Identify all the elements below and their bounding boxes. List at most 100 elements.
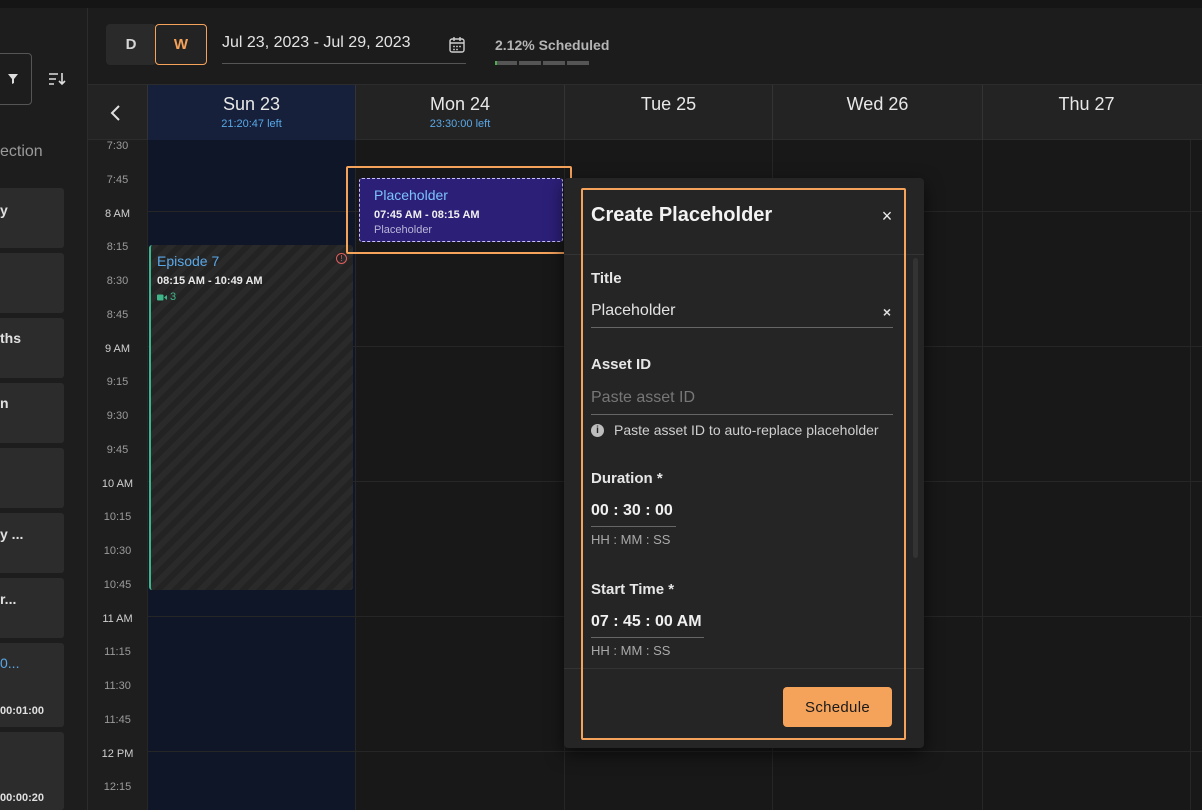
- asset-card[interactable]: ths: [0, 318, 64, 378]
- previous-week-button[interactable]: [106, 101, 126, 125]
- scheduler-app: ection y ths n y ... r... 0... 00:01:00 …: [0, 0, 1202, 810]
- clear-icon[interactable]: ×: [883, 304, 891, 320]
- asset-card[interactable]: 00:00:20: [0, 732, 64, 810]
- day-header-tue[interactable]: Tue 25: [564, 85, 772, 140]
- scheduled-percentage: 2.12% Scheduled: [495, 37, 610, 53]
- asset-card[interactable]: [0, 253, 64, 313]
- day-name: Sun 23: [222, 94, 281, 114]
- time-label: 9:45: [106, 443, 129, 456]
- event-count-value: 3: [170, 291, 177, 303]
- day-header-mon[interactable]: Mon 24 23:30:00 left: [355, 85, 564, 140]
- asset-card[interactable]: [0, 448, 64, 508]
- start-time-label: Start Time *: [591, 581, 675, 598]
- day-view-toggle[interactable]: D: [106, 24, 156, 65]
- asset-card[interactable]: r...: [0, 578, 64, 638]
- day-name: Wed 26: [846, 94, 909, 114]
- asset-card-label: n: [0, 395, 9, 411]
- sidebar-topbar: [0, 0, 88, 8]
- asset-id-input[interactable]: Paste asset ID: [591, 381, 893, 415]
- time-label: 9:15: [106, 376, 129, 389]
- time-label: 10 AM: [101, 477, 134, 490]
- divider: [564, 254, 924, 255]
- sidebar-section-label: ection: [0, 143, 43, 160]
- dialog-title: Create Placeholder: [591, 204, 773, 226]
- title-field[interactable]: Placeholder ×: [591, 294, 893, 328]
- filter-button[interactable]: [0, 53, 32, 105]
- calendar-icon[interactable]: [448, 36, 466, 54]
- time-label: 9 AM: [104, 342, 131, 355]
- week-view-toggle[interactable]: W: [155, 24, 207, 65]
- day-column-thu[interactable]: [982, 140, 1190, 810]
- day-name: Thu 27: [1058, 94, 1115, 114]
- asset-card[interactable]: 0... 00:01:00: [0, 643, 64, 727]
- time-label: 11:15: [104, 646, 131, 659]
- asset-sidebar: ection y ths n y ... r... 0... 00:01:00 …: [0, 0, 88, 810]
- date-range-field[interactable]: Jul 23, 2023 - Jul 29, 2023: [222, 34, 411, 52]
- asset-card-label: ths: [0, 330, 21, 346]
- create-placeholder-dialog: Create Placeholder × Title Placeholder ×…: [564, 178, 924, 748]
- toolbar: D W Jul 23, 2023 - Jul 29, 2023 2.12% Sc…: [88, 0, 1202, 84]
- asset-id-label: Asset ID: [591, 356, 652, 373]
- time-label: 11:30: [104, 680, 131, 692]
- time-label: 8:45: [106, 308, 129, 321]
- asset-card[interactable]: n: [0, 383, 64, 443]
- event-time: 08:15 AM - 10:49 AM: [157, 275, 263, 287]
- time-label: 10:45: [103, 578, 132, 591]
- close-icon[interactable]: ×: [878, 207, 896, 225]
- time-label: 12 PM: [101, 747, 134, 760]
- scheduled-progress-bar: [495, 61, 589, 65]
- time-label: 8 AM: [104, 207, 131, 220]
- title-value: Placeholder: [591, 302, 676, 319]
- time-label: 11:45: [104, 713, 131, 726]
- day-column-fri[interactable]: [1190, 140, 1202, 810]
- time-label: 9:30: [106, 410, 129, 422]
- event-subtitle: Placeholder: [374, 224, 433, 236]
- asset-id-hint-text: Paste asset ID to auto-replace placehold…: [614, 422, 879, 438]
- asset-card[interactable]: y ...: [0, 513, 64, 573]
- day-header-sun[interactable]: Sun 23 21:20:47 left: [147, 85, 355, 140]
- hour-line: [147, 750, 1202, 752]
- day-header-wed[interactable]: Wed 26: [772, 85, 982, 140]
- event-title: Episode 7: [157, 253, 220, 269]
- asset-card-label: 0...: [0, 655, 20, 671]
- event-camera-count: 3: [157, 291, 176, 303]
- time-label: 7:45: [106, 173, 129, 186]
- divider: [564, 668, 924, 669]
- asset-id-hint: i Paste asset ID to auto-replace placeho…: [591, 422, 879, 438]
- event-placeholder[interactable]: Placeholder 07:45 AM - 08:15 AM Placehol…: [359, 178, 563, 242]
- asset-card-label: y ...: [0, 526, 24, 542]
- toolbar-topbar: [88, 0, 1202, 8]
- day-header-row: Sun 23 21:20:47 left Mon 24 23:30:00 lef…: [88, 84, 1202, 140]
- warning-icon[interactable]: !: [336, 253, 347, 264]
- info-icon: i: [591, 423, 604, 437]
- sort-button[interactable]: [46, 68, 68, 90]
- dialog-scrollbar[interactable]: [913, 258, 918, 558]
- duration-format: HH : MM : SS: [591, 532, 671, 547]
- time-label: 7:30: [106, 140, 129, 152]
- asset-card-label: y: [0, 202, 8, 218]
- start-time-format: HH : MM : SS: [591, 643, 671, 658]
- day-name: Tue 25: [640, 94, 697, 114]
- asset-card-duration: 00:00:20: [0, 792, 45, 804]
- day-header-thu[interactable]: Thu 27: [982, 85, 1190, 140]
- time-label: 10:30: [103, 545, 132, 557]
- day-name: Mon 24: [429, 94, 491, 114]
- video-camera-icon: [157, 294, 167, 300]
- asset-card-label: r...: [0, 591, 17, 607]
- filter-icon: [8, 74, 18, 84]
- duration-input[interactable]: 00 : 30 : 00: [591, 502, 676, 527]
- event-title: Placeholder: [374, 187, 448, 203]
- time-label: 11 AM: [102, 612, 133, 625]
- time-label: 8:30: [106, 275, 129, 287]
- asset-card-duration: 00:01:00: [0, 705, 45, 717]
- day-time-left: 23:30:00 left: [429, 118, 491, 130]
- event-episode[interactable]: Episode 7 08:15 AM - 10:49 AM 3 !: [149, 245, 353, 590]
- sort-icon: [49, 73, 66, 86]
- start-time-input[interactable]: 07 : 45 : 00 AM: [591, 613, 704, 638]
- duration-label: Duration *: [591, 470, 663, 487]
- time-label: 10:15: [103, 511, 132, 524]
- schedule-button[interactable]: Schedule: [783, 687, 892, 727]
- day-time-left: 21:20:47 left: [221, 118, 282, 130]
- asset-card[interactable]: y: [0, 188, 64, 248]
- event-time: 07:45 AM - 08:15 AM: [374, 209, 480, 221]
